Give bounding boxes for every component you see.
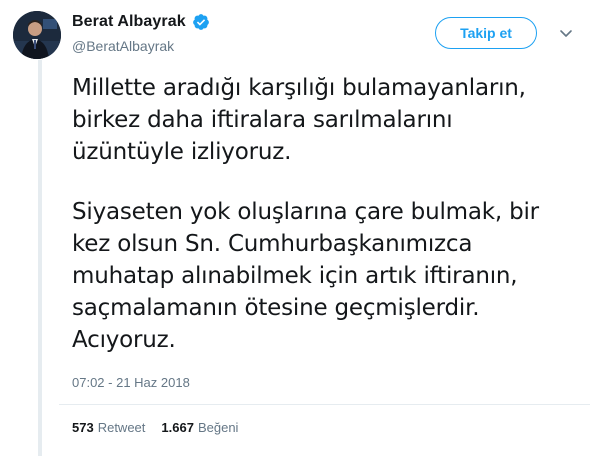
like-label: Beğeni: [197, 420, 239, 435]
tweet-text: Millette aradığı karşılığı bulamayanları…: [72, 72, 572, 356]
divider: [59, 404, 590, 405]
tweet-line: Siyaseten yok oluşlarına çare bulmak, bi…: [72, 199, 539, 225]
tweet-line: üzüntüyle izliyoruz.: [72, 139, 292, 165]
chevron-down-icon[interactable]: [558, 25, 574, 41]
retweet-stat[interactable]: 573 Retweet: [72, 420, 145, 435]
avatar[interactable]: [13, 11, 61, 59]
like-stat[interactable]: 1.667 Beğeni: [161, 420, 238, 435]
thread-rail: [38, 60, 42, 456]
tweet-line: kez olsun Sn. Cumhurbaşkanımızca: [72, 231, 473, 257]
tweet-line: Acıyoruz.: [72, 327, 176, 353]
like-count: 1.667: [161, 420, 194, 435]
tweet-card: Berat Albayrak @BeratAlbayrak Takip et M…: [0, 0, 590, 456]
retweet-count: 573: [72, 420, 94, 435]
tweet-stats: 573 Retweet 1.667 Beğeni: [72, 420, 254, 435]
tweet-line: saçmalamanın ötesine geçmişlerdir.: [72, 295, 480, 321]
profile-photo-icon: [13, 11, 61, 59]
tweet-line: birkez daha iftiralara sarılmalarını: [72, 107, 453, 133]
author-name-row: Berat Albayrak: [72, 13, 210, 31]
author-handle[interactable]: @BeratAlbayrak: [72, 38, 174, 54]
display-name[interactable]: Berat Albayrak: [72, 13, 186, 31]
tweet-line: muhatap alınabilmek için artık iftiranın…: [72, 263, 518, 289]
follow-button[interactable]: Takip et: [435, 17, 537, 49]
tweet-line: Millette aradığı karşılığı bulamayanları…: [72, 75, 526, 101]
retweet-label: Retweet: [97, 420, 146, 435]
verified-badge-icon: [192, 13, 210, 31]
tweet-timestamp[interactable]: 07:02 - 21 Haz 2018: [72, 375, 190, 390]
